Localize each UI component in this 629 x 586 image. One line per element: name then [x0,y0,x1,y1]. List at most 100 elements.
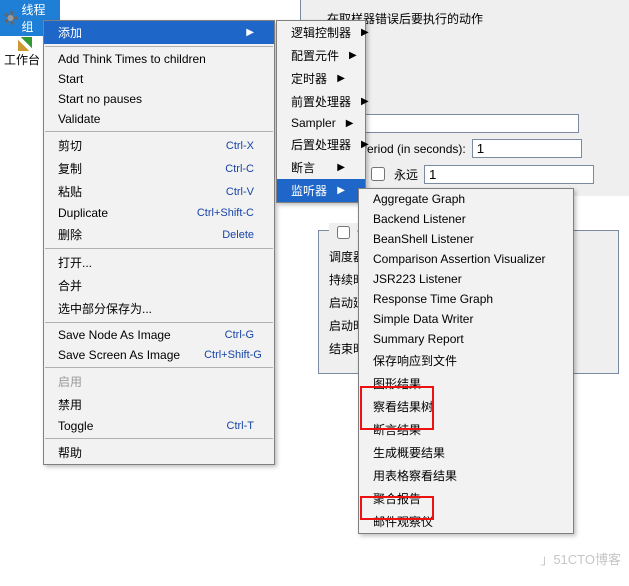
ctx-toggle[interactable]: ToggleCtrl-T [44,416,274,436]
listener-aggreport[interactable]: 聚合报告 [359,487,573,510]
chevron-right-icon: ▶ [361,27,369,38]
forever-checkbox[interactable] [371,167,385,181]
ctx-dup[interactable]: DuplicateCtrl+Shift-C [44,203,274,223]
tree-label: 工作台 [4,51,40,68]
listener-tableres[interactable]: 用表格察看结果 [359,464,573,487]
listener-mail[interactable]: 邮件观察仪 [359,510,573,533]
ctx-enable: 启用 [44,370,274,393]
menu-item-label: Sampler [291,116,336,130]
listener-backend[interactable]: Backend Listener [359,209,573,229]
chevron-right-icon: ▶ [346,118,354,129]
ctx-disable[interactable]: 禁用 [44,393,274,416]
listener-assertres[interactable]: 断言结果 [359,418,573,441]
add-assert[interactable]: 断言▶ [277,156,365,179]
ctx-saveas[interactable]: 选中部分保存为... [44,297,274,320]
add-config[interactable]: 配置元件 ▶ [277,44,365,67]
menu-separator [45,46,273,47]
row-threads-count [349,114,621,133]
chevron-right-icon: ▶ [337,185,345,196]
listener-resptime[interactable]: Response Time Graph [359,289,573,309]
menu-item-label: 前置处理器 [291,93,351,110]
listener-agg[interactable]: Aggregate Graph [359,189,573,209]
menu-item-label: 复制 [58,160,82,177]
listener-compare[interactable]: Comparison Assertion Visualizer [359,249,573,269]
ctx-think[interactable]: Add Think Times to children [44,49,274,69]
scheduler-checkbox[interactable] [337,226,350,239]
menu-item-label: Backend Listener [373,212,466,226]
listener-savefile[interactable]: 保存响应到文件 [359,349,573,372]
ctx-del[interactable]: 删除 Delete [44,223,274,246]
listener-tree[interactable]: 察看结果树 [359,395,573,418]
gear-icon [4,11,17,25]
menu-item-label: Summary Report [373,332,464,346]
row-threads: 性 [349,91,621,108]
submenu-listener: Aggregate Graph Backend Listener BeanShell… [358,188,574,534]
add-logic[interactable]: 逻辑控制器▶ [277,21,365,44]
menu-item-label: 监听器 [291,182,327,199]
menu-item-label: 定时器 [291,70,327,87]
wrench-icon [18,37,32,51]
ctx-start[interactable]: Start [44,69,274,89]
menu-item-label: Start [58,72,83,86]
listener-graph[interactable]: 图形结果 [359,372,573,395]
menu-item-label: 添加 [58,24,82,41]
loop-count-input[interactable] [424,165,594,184]
menu-separator [45,322,273,323]
menu-item-label: 察看结果树 [373,398,433,415]
menu-shortcut: Ctrl-G [225,329,254,341]
chevron-right-icon: ▶ [361,139,369,150]
menu-item-label: 邮件观察仪 [373,513,433,530]
menu-separator [45,438,273,439]
menu-item-label: Save Screen As Image [58,348,180,362]
listener-gensum[interactable]: 生成概要结果 [359,441,573,464]
listener-beanshell[interactable]: BeanShell Listener [359,229,573,249]
ramp-input[interactable] [472,139,582,158]
listener-jsr[interactable]: JSR223 Listener [359,269,573,289]
menu-item-label: Duplicate [58,206,108,220]
menu-item-label: 删除 [58,226,82,243]
menu-item-label: Comparison Assertion Visualizer [373,252,546,266]
ctx-copy[interactable]: 复制Ctrl-C [44,157,274,180]
menu-item-label: 断言 [291,159,315,176]
menu-item-label: 图形结果 [373,375,421,392]
menu-separator [45,367,273,368]
menu-shortcut: Delete [222,229,254,241]
chevron-right-icon: ▶ [246,27,254,38]
add-pre[interactable]: 前置处理器▶ [277,90,365,113]
listener-simple[interactable]: Simple Data Writer [359,309,573,329]
menu-item-label: 用表格察看结果 [373,467,457,484]
menu-item-label: 保存响应到文件 [373,352,457,369]
ctx-merge[interactable]: 合并 [44,274,274,297]
threads-input[interactable] [349,114,579,133]
menu-item-label: 配置元件 [291,47,339,64]
menu-separator [45,248,273,249]
menu-item-label: Validate [58,112,100,126]
ctx-cut[interactable]: 剪切Ctrl-X [44,134,274,157]
menu-item-label: 后置处理器 [291,136,351,153]
add-sampler[interactable]: Sampler ▶ [277,113,365,133]
menu-item-label: 合并 [58,277,82,294]
ctx-add[interactable]: 添加 ▶ [44,21,274,44]
row-ramp: p Period (in seconds): [349,139,621,158]
listener-summary[interactable]: Summary Report [359,329,573,349]
menu-item-label: Save Node As Image [58,328,171,342]
chevron-right-icon: ▶ [349,50,357,61]
menu-item-label: 剪切 [58,137,82,154]
add-listener[interactable]: 监听器 ▶ [277,179,365,202]
add-post[interactable]: 后置处理器▶ [277,133,365,156]
ctx-open[interactable]: 打开... [44,251,274,274]
ctx-paste[interactable]: 粘贴Ctrl-V [44,180,274,203]
menu-item-label: Toggle [58,419,93,433]
menu-item-label: 启用 [58,373,82,390]
menu-item-label: 打开... [58,254,92,271]
ctx-validate[interactable]: Validate [44,109,274,129]
chevron-right-icon: ▶ [337,73,345,84]
add-timer[interactable]: 定时器 ▶ [277,67,365,90]
menu-item-label: 选中部分保存为... [58,300,152,317]
ctx-savescreen[interactable]: Save Screen As ImageCtrl+Shift-G [44,345,274,365]
menu-shortcut: Ctrl-V [226,186,254,198]
chevron-right-icon: ▶ [361,96,369,107]
ctx-startnp[interactable]: Start no pauses [44,89,274,109]
ctx-savenode[interactable]: Save Node As Image Ctrl-G [44,325,274,345]
ctx-help[interactable]: 帮助 [44,441,274,464]
